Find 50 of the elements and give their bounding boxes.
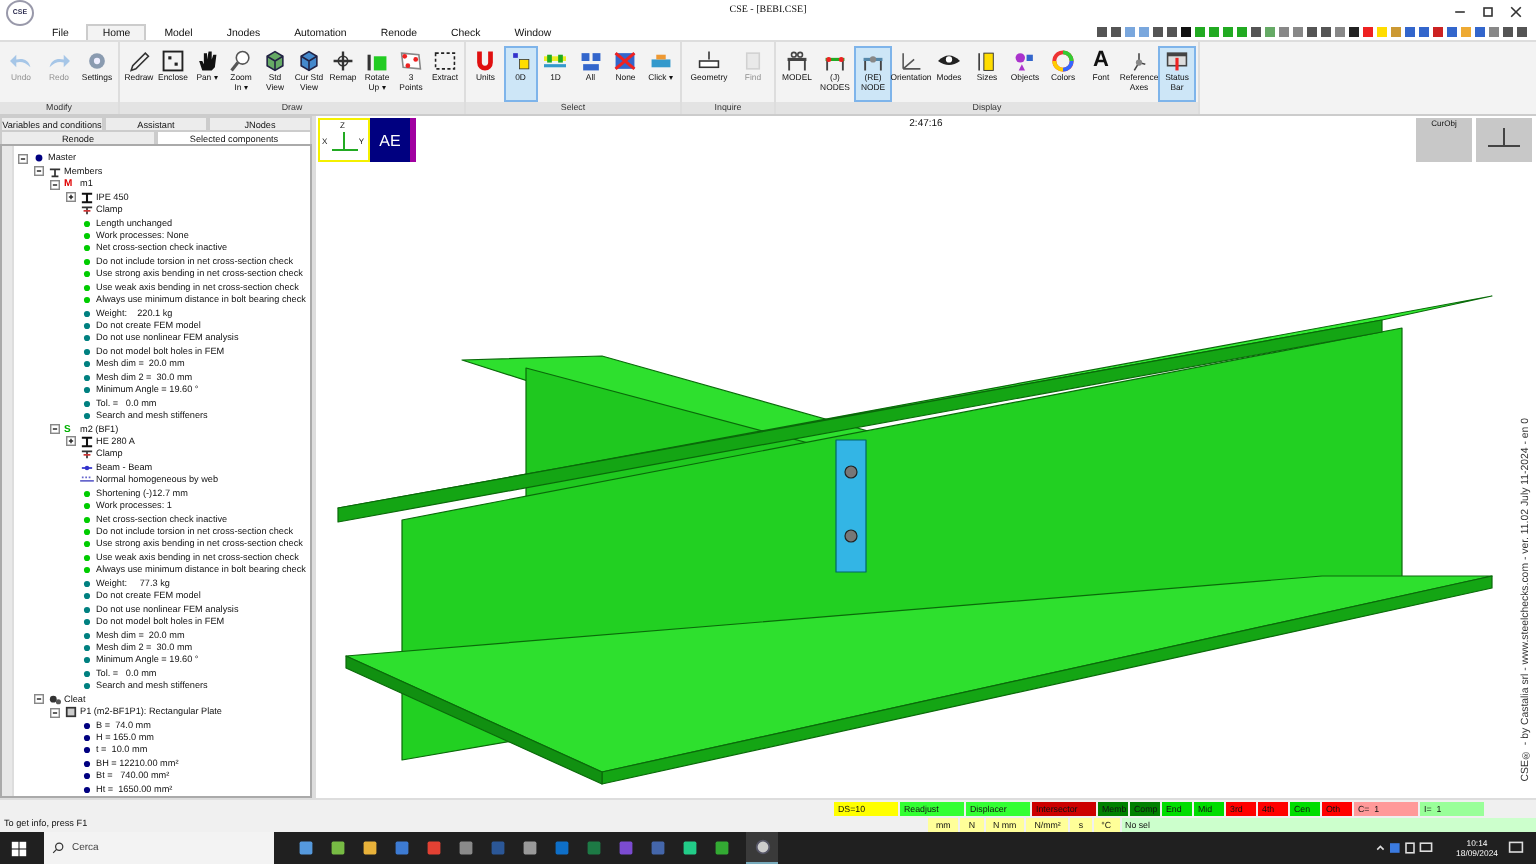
magnet-icon (472, 50, 499, 72)
pencil-icon (126, 50, 152, 72)
axes-icon (898, 50, 924, 72)
collapse-icon[interactable] (50, 424, 60, 435)
notification-icon[interactable] (1508, 840, 1524, 856)
axis-preview-icon (1476, 118, 1532, 163)
hand-icon (194, 50, 220, 72)
gear-icon (84, 50, 110, 72)
collapse-icon[interactable] (18, 153, 28, 164)
dashed-frame-icon (432, 50, 458, 72)
view-badge: AE (370, 118, 416, 163)
status-bar-icon (1164, 50, 1190, 72)
web-icon (80, 474, 94, 487)
frame-model-icon (784, 50, 810, 72)
link-icon (80, 461, 94, 474)
collapse-icon[interactable] (34, 694, 44, 705)
close-icon[interactable] (1508, 4, 1524, 20)
frame-icon (160, 50, 186, 72)
collapse-icon[interactable] (34, 166, 44, 177)
redo-arrow-icon (46, 50, 72, 72)
cross-icon (612, 50, 639, 72)
scrollbar[interactable] (2, 146, 14, 796)
collapse-icon[interactable] (50, 179, 60, 190)
members-icon (48, 165, 62, 178)
active-app-icon[interactable] (746, 832, 778, 864)
magnifier-icon (228, 50, 254, 72)
start-icon[interactable] (10, 839, 28, 857)
objects-icon (1012, 50, 1038, 72)
i-section-icon (80, 435, 94, 448)
cleat-icon (48, 693, 62, 706)
sizes-icon (974, 50, 1000, 72)
clamp-icon (80, 448, 94, 461)
bar-icon (542, 50, 569, 72)
undo-arrow-icon (8, 50, 34, 72)
clamp-icon (80, 204, 94, 217)
color-wheel-icon (1050, 50, 1076, 72)
frame-node-icon (860, 50, 886, 72)
node-squares-icon (507, 50, 534, 72)
expand-icon[interactable] (66, 192, 76, 203)
i-section-icon (80, 191, 94, 204)
maximize-icon[interactable] (1480, 4, 1496, 20)
cube-icon (296, 50, 322, 72)
expand-icon[interactable] (66, 436, 76, 447)
search-icon (52, 842, 64, 854)
collapse-icon[interactable] (50, 707, 60, 718)
points-icon (398, 50, 424, 72)
plate-icon (64, 706, 78, 719)
bullet-icon (32, 152, 46, 165)
cube-icon (262, 50, 288, 72)
ruler-icon (696, 50, 722, 72)
